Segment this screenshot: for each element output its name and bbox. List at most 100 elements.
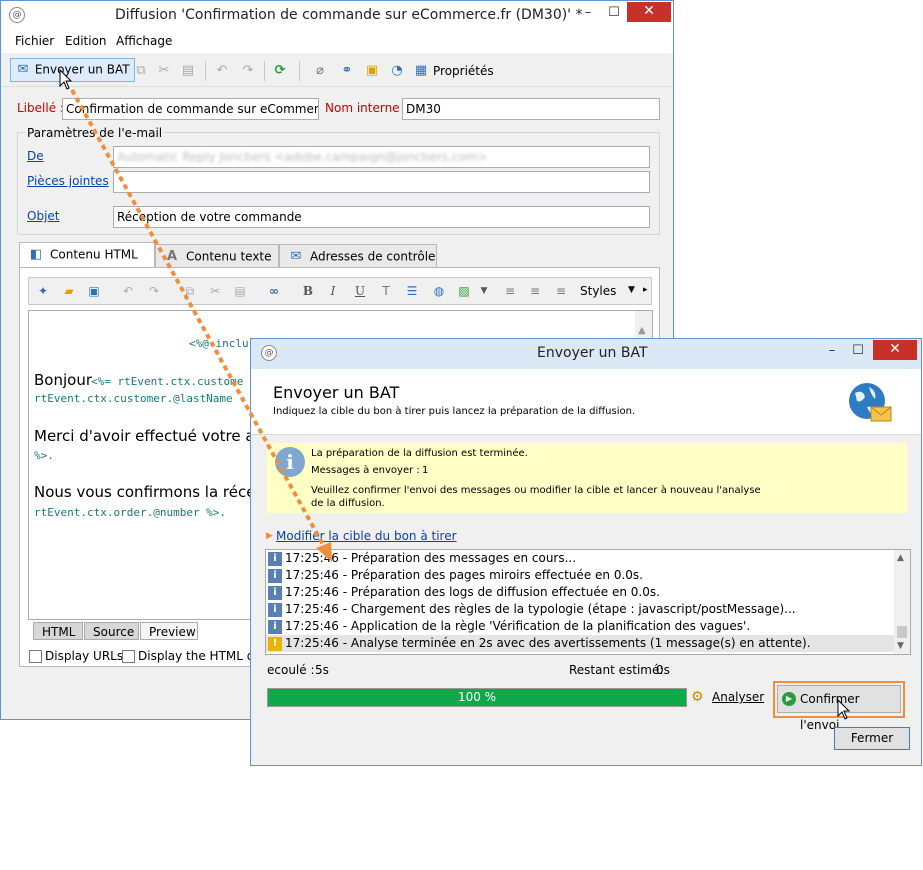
close-button[interactable]: ✕ bbox=[873, 340, 917, 360]
log-time: 17:25:46 bbox=[285, 619, 339, 633]
display-urls-checkbox[interactable] bbox=[29, 650, 42, 663]
tab-html[interactable]: HTML bbox=[33, 622, 83, 640]
pieces-jointes-input[interactable] bbox=[113, 171, 650, 193]
open-folder-icon[interactable]: ▰ bbox=[58, 280, 80, 302]
log-row[interactable]: i 17:25:46 - Chargement des règles de la … bbox=[266, 601, 910, 618]
toolbar-separator bbox=[264, 61, 265, 81]
main-toolbar: ✉ Envoyer un BAT ⧉ ✂ ▤ ↶ ↷ ⟳ ⌀ ⚭ ▣ ◔ ▦ P… bbox=[1, 55, 673, 87]
cut-icon[interactable]: ✂ bbox=[204, 280, 226, 302]
objet-link[interactable]: Objet bbox=[27, 209, 59, 223]
tab-contenu-html[interactable]: ◧ Contenu HTML bbox=[19, 242, 155, 268]
minimize-button[interactable]: – bbox=[575, 4, 601, 24]
send-bat-dialog: @ Envoyer un BAT – ☐ ✕ Envoyer un BAT In… bbox=[250, 338, 922, 766]
progress-text: 100 % bbox=[457, 690, 497, 704]
log-row[interactable]: i 17:25:46 - Préparation des pages miroir… bbox=[266, 567, 910, 584]
align-left-icon[interactable]: ≡ bbox=[499, 280, 521, 302]
cut-icon[interactable]: ✂ bbox=[156, 63, 172, 79]
menu-fichier[interactable]: Fichier bbox=[15, 34, 54, 48]
maximize-button[interactable]: ☐ bbox=[845, 342, 871, 362]
styles-chevron-icon: ▼ bbox=[628, 285, 635, 295]
confirm-send-button[interactable]: ▶ Confirmer l'envoi bbox=[777, 685, 901, 732]
libelle-input[interactable]: Confirmation de commande sur eCommerce.f… bbox=[62, 98, 319, 120]
log-panel[interactable]: i 17:25:46 - Préparation des messages en … bbox=[265, 549, 911, 655]
log-row[interactable]: i 17:25:46 - Application de la règle 'Vér… bbox=[266, 618, 910, 635]
more-chevron-icon[interactable]: ▸ bbox=[643, 285, 648, 295]
app-icon: @ bbox=[261, 345, 277, 361]
bonjour-text: Bonjour bbox=[34, 371, 92, 389]
info-icon: i bbox=[268, 585, 282, 600]
scroll-up-icon[interactable]: ▲ bbox=[897, 553, 904, 563]
log-scrollbar[interactable]: ▲ ▼ bbox=[894, 550, 910, 654]
align-right-icon[interactable]: ≡ bbox=[550, 280, 572, 302]
minimize-button[interactable]: – bbox=[819, 342, 845, 362]
save-icon[interactable]: ▣ bbox=[83, 280, 105, 302]
log-row[interactable]: ! 17:25:46 - Analyse terminée en 2s avec … bbox=[266, 635, 910, 652]
paste-icon[interactable]: ▤ bbox=[229, 280, 251, 302]
display-html-checkbox[interactable] bbox=[122, 650, 135, 663]
styles-dropdown[interactable]: Styles bbox=[580, 284, 616, 298]
italic-button[interactable]: I bbox=[322, 280, 344, 302]
progress-bar: 100 % bbox=[267, 688, 687, 707]
copy-icon[interactable]: ⧉ bbox=[179, 280, 201, 302]
redo-icon[interactable]: ↷ bbox=[240, 63, 256, 79]
clear-format-icon[interactable]: T bbox=[375, 280, 397, 302]
analyse-button[interactable]: Analyser bbox=[712, 690, 764, 704]
new-icon[interactable]: ✦ bbox=[32, 280, 54, 302]
redo-icon[interactable]: ↷ bbox=[143, 280, 165, 302]
tab-adresses-controle[interactable]: ✉ Adresses de contrôle bbox=[279, 244, 437, 268]
maximize-button[interactable]: ☐ bbox=[601, 4, 627, 24]
pieces-jointes-link[interactable]: Pièces jointes bbox=[27, 174, 109, 188]
log-list: i 17:25:46 - Préparation des messages en … bbox=[266, 550, 910, 652]
de-input[interactable]: Automatic Reply Joncbers <adobe.campaign… bbox=[113, 146, 650, 168]
code-customer: <%= rtEvent.ctx.custome bbox=[91, 375, 244, 388]
remaining-value: 0s bbox=[656, 663, 670, 677]
schedule-icon[interactable]: ◔ bbox=[389, 63, 405, 79]
scroll-up-icon[interactable]: ▲ bbox=[638, 325, 646, 336]
find-icon[interactable]: ∞ bbox=[263, 280, 285, 302]
tab-source[interactable]: Source bbox=[84, 622, 139, 640]
analyse-gear-icon[interactable]: ⚙ bbox=[691, 689, 704, 705]
close-button[interactable]: ✕ bbox=[627, 2, 671, 22]
info-icon: i bbox=[268, 602, 282, 617]
log-row[interactable]: i 17:25:46 - Préparation des logs de diff… bbox=[266, 584, 910, 601]
bold-button[interactable]: B bbox=[297, 280, 319, 302]
image-icon[interactable]: ▨ bbox=[453, 280, 475, 302]
nom-interne-input[interactable]: DM30 bbox=[402, 98, 660, 120]
dialog-heading: Envoyer un BAT bbox=[273, 383, 400, 402]
list-icon[interactable]: ☰ bbox=[401, 280, 423, 302]
editor-toolbar: ✦ ▰ ▣ ↶ ↷ ⧉ ✂ ▤ ∞ B I U T ☰ ◍ ▨ ▼ ≡ ≡ ≡ … bbox=[28, 277, 652, 305]
link-icon[interactable]: ⚭ bbox=[339, 63, 355, 79]
undo-icon[interactable]: ↶ bbox=[214, 63, 230, 79]
dialog-subheading: Indiquez la cible du bon à tirer puis la… bbox=[273, 406, 636, 417]
properties-icon[interactable]: ▦ bbox=[413, 63, 429, 79]
undo-icon[interactable]: ↶ bbox=[117, 280, 139, 302]
tab-preview[interactable]: Preview bbox=[140, 622, 198, 640]
attachment-icon[interactable]: ⌀ bbox=[312, 63, 328, 79]
code-lastname: rtEvent.ctx.customer.@lastName bbox=[34, 392, 233, 405]
close-dialog-button[interactable]: Fermer bbox=[834, 727, 910, 750]
elapsed-value: 5s bbox=[315, 663, 329, 677]
send-bat-button[interactable]: ✉ Envoyer un BAT bbox=[10, 58, 135, 82]
menu-affichage[interactable]: Affichage bbox=[116, 34, 172, 48]
tab-contenu-texte[interactable]: A Contenu texte bbox=[155, 244, 279, 268]
dialog-title-bar: @ Envoyer un BAT – ☐ ✕ bbox=[251, 339, 921, 369]
underline-button[interactable]: U bbox=[349, 280, 371, 302]
align-center-icon[interactable]: ≡ bbox=[524, 280, 546, 302]
send-bat-label: Envoyer un BAT bbox=[34, 62, 130, 77]
de-link[interactable]: De bbox=[27, 149, 44, 163]
objet-input[interactable]: Réception de votre commande bbox=[113, 206, 650, 228]
app-icon: @ bbox=[9, 7, 25, 23]
scroll-thumb[interactable] bbox=[897, 626, 907, 638]
modify-target-link[interactable]: Modifier la cible du bon à tirer bbox=[276, 529, 457, 543]
paste-icon[interactable]: ▤ bbox=[180, 63, 196, 79]
refresh-icon[interactable]: ⟳ bbox=[272, 63, 288, 79]
log-row[interactable]: i 17:25:46 - Préparation des messages en … bbox=[266, 550, 910, 567]
image-dropdown-icon[interactable]: ▼ bbox=[473, 280, 495, 302]
properties-button[interactable]: Propriétés bbox=[433, 64, 494, 78]
gift-icon[interactable]: ▣ bbox=[364, 63, 380, 79]
menu-edition[interactable]: Edition bbox=[65, 34, 107, 48]
copy-icon[interactable]: ⧉ bbox=[133, 63, 149, 79]
log-text: - Préparation des pages miroirs effectué… bbox=[342, 568, 643, 582]
scroll-down-icon[interactable]: ▼ bbox=[897, 641, 904, 651]
link-globe-icon[interactable]: ◍ bbox=[428, 280, 450, 302]
